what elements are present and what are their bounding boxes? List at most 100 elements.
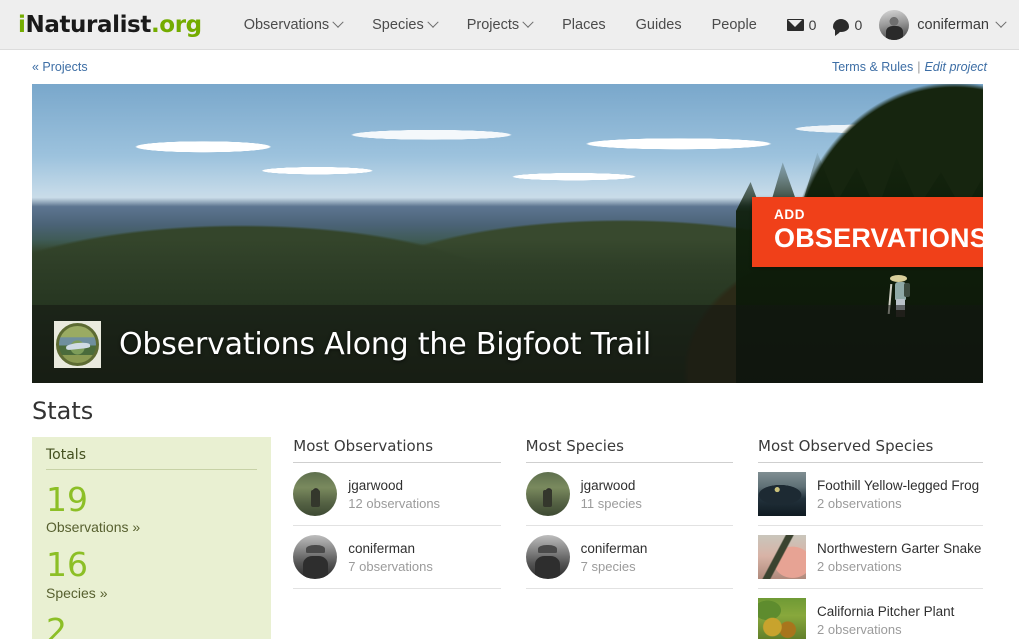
nav-item-observations[interactable]: Observations xyxy=(243,16,344,33)
breadcrumb: « Projects Terms & Rules | Edit project xyxy=(0,50,1019,84)
list-item[interactable]: jgarwood 12 observations xyxy=(293,463,501,526)
notifications-button[interactable]: 0 xyxy=(833,17,863,36)
list-item-text: jgarwood 11 species xyxy=(581,478,642,511)
frog-thumbnail xyxy=(758,472,807,516)
species-name: Northwestern Garter Snake xyxy=(817,540,982,556)
back-to-projects-link[interactable]: « Projects xyxy=(32,60,88,74)
separator: | xyxy=(917,60,921,74)
nav-label: Places xyxy=(562,16,606,33)
list-item-text: Northwestern Garter Snake 2 observations xyxy=(817,541,981,574)
nav-label: People xyxy=(711,16,757,33)
coniferman-avatar xyxy=(525,535,570,579)
most-observed-species-panel: Most Observed Species Foothill Yellow-le… xyxy=(758,437,984,639)
list-item[interactable]: California Pitcher Plant 2 observations xyxy=(758,589,983,639)
nav-item-places[interactable]: Places xyxy=(562,17,606,33)
logo-naturalist: Naturalist xyxy=(25,11,151,38)
header-right-actions: 0 0 coniferman xyxy=(786,0,1007,50)
chevron-down-icon xyxy=(522,16,534,28)
site-header: iNaturalist.org Observations Species Pro… xyxy=(0,0,1019,50)
total-species-count: 16 xyxy=(46,545,88,585)
project-badge-graphic xyxy=(56,322,99,366)
page-title: Observations Along the Bigfoot Trail xyxy=(119,326,652,362)
main-navigation: Observations Species Projects Places Gui… xyxy=(243,16,757,33)
most-species-title: Most Species xyxy=(525,437,734,463)
nav-item-people[interactable]: People xyxy=(712,17,757,33)
list-item[interactable]: coniferman 7 species xyxy=(525,526,734,589)
nav-label: Projects xyxy=(466,16,520,33)
terms-and-rules-link[interactable]: Terms & Rules xyxy=(832,60,913,74)
most-observed-species-title: Most Observed Species xyxy=(758,437,984,463)
user-name: jgarwood xyxy=(348,477,404,493)
species-name: California Pitcher Plant xyxy=(817,603,955,619)
nav-item-guides[interactable]: Guides xyxy=(636,17,682,33)
snake-thumbnail xyxy=(758,535,807,579)
species-name: Foothill Yellow-legged Frog xyxy=(817,477,980,493)
nav-item-projects[interactable]: Projects xyxy=(466,16,534,33)
stats-heading: Stats xyxy=(32,397,94,425)
project-badge-icon[interactable] xyxy=(54,320,101,368)
most-observations-list: jgarwood 12 observations coniferman 7 ob… xyxy=(293,463,501,589)
species-stat: 2 observations xyxy=(817,621,902,637)
list-item[interactable]: Northwestern Garter Snake 2 observations xyxy=(758,526,984,589)
backpack xyxy=(903,283,910,298)
user-stat: 12 observations xyxy=(348,495,441,511)
total-observations: 19 Observations » xyxy=(46,480,257,536)
stats-grid: Totals 19 Observations » 16 Species » 2 … xyxy=(32,437,984,639)
jgarwood-avatar xyxy=(525,472,570,516)
jgarwood-avatar xyxy=(293,472,338,516)
messages-button[interactable]: 0 xyxy=(786,17,817,33)
total-observations-link[interactable]: Observations » xyxy=(46,519,257,535)
logo-org: .org xyxy=(150,11,202,38)
nav-label: Species xyxy=(372,16,424,33)
user-stat: 7 observations xyxy=(348,558,433,574)
chevron-down-icon xyxy=(427,16,439,28)
sun-hat xyxy=(889,275,907,283)
total-observations-count: 19 xyxy=(46,480,88,519)
ribbon-add-label: ADD xyxy=(774,207,806,222)
chevron-down-icon xyxy=(995,16,1007,28)
most-observed-species-list: Foothill Yellow-legged Frog 2 observatio… xyxy=(758,463,984,639)
envelope-icon xyxy=(786,19,804,31)
nav-label: Guides xyxy=(635,16,682,33)
total-third-count: 2 xyxy=(46,610,67,639)
user-menu[interactable]: coniferman xyxy=(879,10,1007,40)
user-name: coniferman xyxy=(348,540,416,556)
species-stat: 2 observations xyxy=(817,495,902,511)
project-hero: ADD OBSERVATIONS Observations Along the … xyxy=(32,84,983,383)
list-item[interactable]: coniferman 7 observations xyxy=(293,526,501,589)
list-item-text: coniferman 7 observations xyxy=(348,541,433,574)
pitcher-plant-thumbnail xyxy=(758,598,807,639)
notifications-count: 0 xyxy=(854,17,863,33)
user-stat: 7 species xyxy=(580,558,636,574)
add-observations-button[interactable]: ADD OBSERVATIONS xyxy=(752,197,983,268)
coniferman-avatar xyxy=(293,535,338,579)
most-observations-title: Most Observations xyxy=(293,437,501,463)
ribbon-observations-label: OBSERVATIONS xyxy=(774,222,983,253)
messages-count: 0 xyxy=(808,17,817,33)
most-observations-panel: Most Observations jgarwood 12 observatio… xyxy=(293,437,501,639)
list-item-text: coniferman 7 species xyxy=(581,541,648,574)
chevron-down-icon xyxy=(332,16,344,28)
most-species-panel: Most Species jgarwood 11 species conifer… xyxy=(525,437,734,639)
avatar xyxy=(879,10,910,40)
list-item-text: jgarwood 12 observations xyxy=(348,478,440,511)
username-label: coniferman xyxy=(917,17,989,33)
speech-bubble-icon xyxy=(833,18,850,36)
total-species: 16 Species » xyxy=(46,545,257,601)
edit-project-link[interactable]: Edit project xyxy=(924,60,987,74)
total-species-link[interactable]: Species » xyxy=(46,585,257,601)
user-name: coniferman xyxy=(580,540,648,556)
most-species-list: jgarwood 11 species coniferman 7 species xyxy=(525,463,734,589)
site-logo[interactable]: iNaturalist.org xyxy=(18,12,202,38)
list-item-text: Foothill Yellow-legged Frog 2 observatio… xyxy=(817,478,979,511)
list-item[interactable]: Foothill Yellow-legged Frog 2 observatio… xyxy=(758,463,984,526)
nav-label: Observations xyxy=(243,16,330,33)
project-actions: Terms & Rules | Edit project xyxy=(832,60,987,74)
list-item-text: California Pitcher Plant 2 observations xyxy=(817,604,954,637)
species-stat: 2 observations xyxy=(817,558,902,574)
totals-title: Totals xyxy=(46,447,258,470)
nav-item-species[interactable]: Species xyxy=(372,16,439,33)
user-stat: 11 species xyxy=(580,495,642,511)
list-item[interactable]: jgarwood 11 species xyxy=(525,463,734,526)
hero-title-bar: Observations Along the Bigfoot Trail xyxy=(32,305,983,383)
